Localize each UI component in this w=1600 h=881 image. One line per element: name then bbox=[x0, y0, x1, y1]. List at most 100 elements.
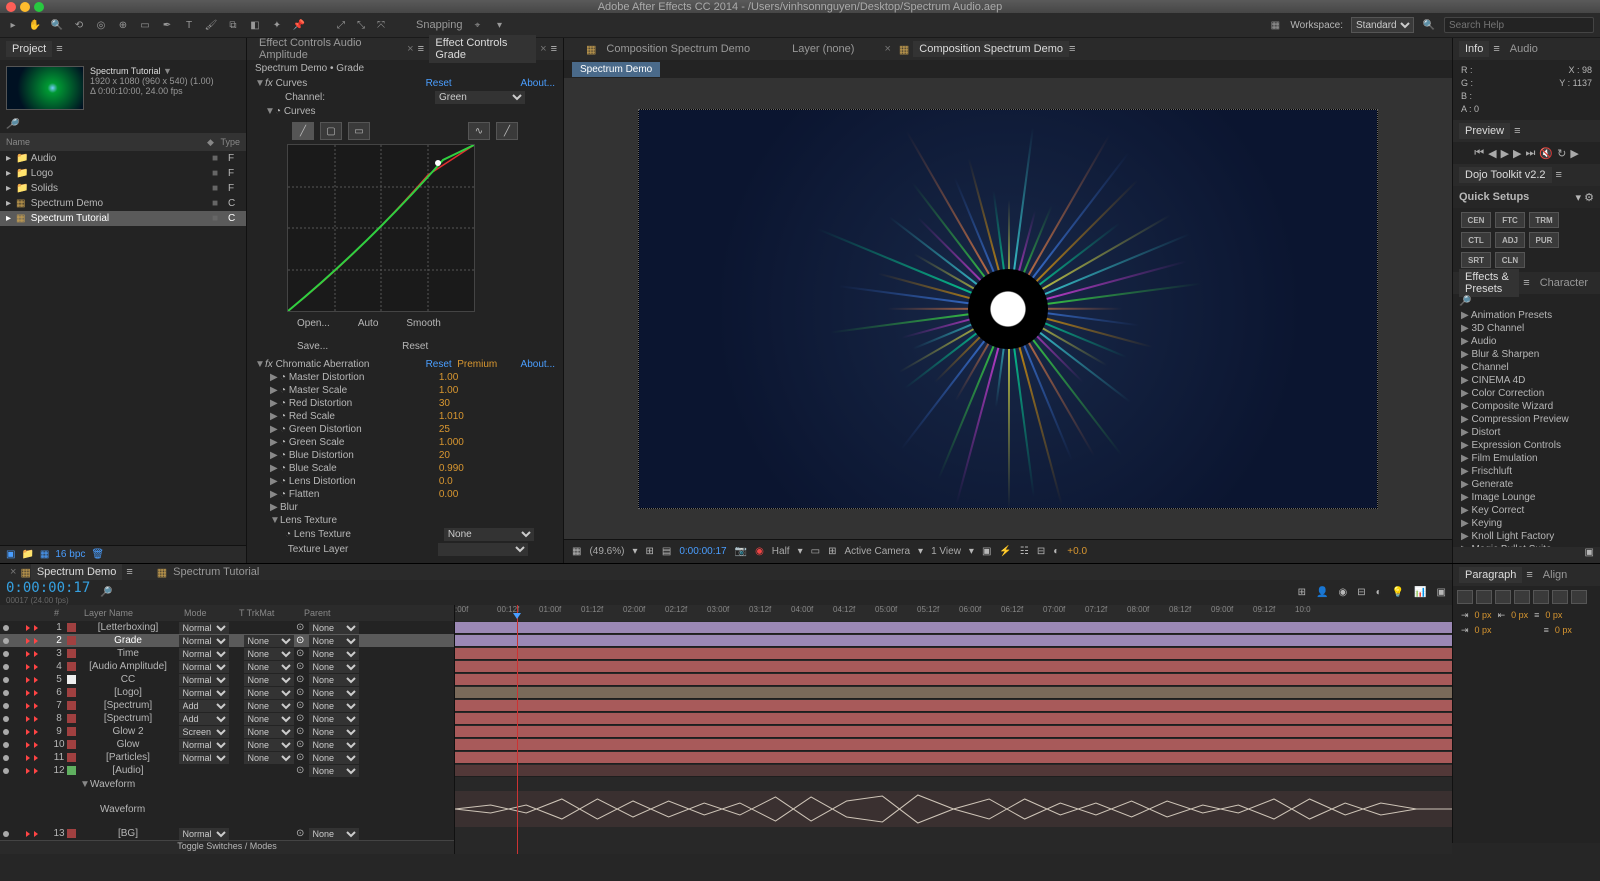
curves-reset-btn[interactable]: Reset bbox=[392, 339, 438, 354]
quick-setup-ctl[interactable]: CTL bbox=[1461, 232, 1491, 248]
viewer-time[interactable]: 0:00:00:17 bbox=[679, 546, 726, 557]
preset-category[interactable]: ▶ Color Correction bbox=[1453, 387, 1600, 400]
indent-left[interactable]: 0 px bbox=[1475, 610, 1492, 621]
quick-setup-pur[interactable]: PUR bbox=[1529, 232, 1559, 248]
graph-editor-icon[interactable]: 📊 bbox=[1414, 587, 1426, 598]
trash-icon[interactable]: 🗑 bbox=[91, 549, 104, 560]
param-value[interactable]: 20 bbox=[439, 450, 450, 461]
chromatic-effect[interactable]: Chromatic Aberration bbox=[276, 359, 426, 370]
pan-behind-tool-icon[interactable]: ⊕ bbox=[116, 18, 130, 32]
lens-texture-group[interactable]: Lens Texture bbox=[280, 515, 337, 526]
pen-tool-icon[interactable]: ✒ bbox=[160, 18, 174, 32]
ec-tab-grade[interactable]: Effect Controls Grade bbox=[429, 35, 536, 63]
close-tab-icon[interactable]: × bbox=[880, 43, 894, 55]
space-before[interactable]: 0 px bbox=[1545, 610, 1562, 621]
bpc-icon[interactable]: ▣ bbox=[6, 549, 15, 560]
loop-icon[interactable]: ↻ bbox=[1557, 147, 1566, 160]
param-value[interactable]: 0.0 bbox=[439, 476, 453, 487]
toggle-switches[interactable]: Toggle Switches / Modes bbox=[177, 841, 277, 854]
camera-tool-icon[interactable]: ◎ bbox=[94, 18, 108, 32]
snapping-label[interactable]: Snapping bbox=[416, 19, 463, 31]
justify-all-icon[interactable] bbox=[1571, 590, 1587, 604]
shape-tool-icon[interactable]: ▭ bbox=[138, 18, 152, 32]
curve-line-icon[interactable]: ╱ bbox=[496, 122, 518, 140]
waveform-prop[interactable]: Waveform bbox=[90, 779, 135, 790]
preset-category[interactable]: ▶ Channel bbox=[1453, 361, 1600, 374]
axis-view-icon[interactable]: ⤧ bbox=[374, 18, 388, 32]
timeline-layer[interactable]: 8[Spectrum]AddNone⊙None bbox=[0, 712, 454, 725]
timeline-layer[interactable]: 3TimeNormalNone⊙None bbox=[0, 647, 454, 660]
param-Lens Distortion[interactable]: Lens Distortion bbox=[289, 476, 439, 487]
preset-category[interactable]: ▶ Distort bbox=[1453, 426, 1600, 439]
curves-smooth[interactable]: Smooth bbox=[396, 316, 450, 331]
curves-prop[interactable]: Curves bbox=[284, 106, 316, 117]
quick-setup-srt[interactable]: SRT bbox=[1461, 252, 1491, 268]
param-Flatten[interactable]: Flatten bbox=[289, 489, 439, 500]
channel-select[interactable]: Green bbox=[435, 91, 525, 104]
col-parent[interactable]: Parent bbox=[304, 608, 331, 618]
snap-opts-icon[interactable]: ▾ bbox=[493, 18, 507, 32]
align-tab[interactable]: Align bbox=[1537, 567, 1573, 583]
param-Blue Distortion[interactable]: Blue Distortion bbox=[289, 450, 439, 461]
preset-category[interactable]: ▶ Blur & Sharpen bbox=[1453, 348, 1600, 361]
resolution-icon[interactable]: ⊞ bbox=[646, 546, 654, 557]
puppet-tool-icon[interactable]: 📌 bbox=[292, 18, 306, 32]
lens-texture-select[interactable]: None bbox=[444, 528, 534, 541]
brainstorm-icon[interactable]: 💡 bbox=[1392, 587, 1404, 598]
close-tab-icon[interactable]: × bbox=[403, 43, 417, 55]
snapshot-icon[interactable]: 📷 bbox=[735, 546, 747, 557]
quick-setup-adj[interactable]: ADJ bbox=[1495, 232, 1525, 248]
roi-icon[interactable]: ▭ bbox=[811, 546, 820, 557]
bpc-label[interactable]: 16 bpc bbox=[55, 549, 85, 560]
timeline-icon[interactable]: ☷ bbox=[1020, 546, 1029, 557]
brush-tool-icon[interactable]: 🖌 bbox=[204, 18, 218, 32]
time-ruler[interactable]: :00f00:12f01:00f01:12f02:00f02:12f03:00f… bbox=[455, 605, 1452, 621]
quick-setup-trm[interactable]: TRM bbox=[1529, 212, 1559, 228]
param-Green Scale[interactable]: Green Scale bbox=[289, 437, 439, 448]
param-Red Distortion[interactable]: Red Distortion bbox=[289, 398, 439, 409]
preset-category[interactable]: ▶ Audio bbox=[1453, 335, 1600, 348]
timeline-layer[interactable]: 2GradeNormalNone⊙None bbox=[0, 634, 454, 647]
align-right-icon[interactable] bbox=[1495, 590, 1511, 604]
col-type[interactable]: Type bbox=[220, 137, 240, 147]
align-left-icon[interactable] bbox=[1457, 590, 1473, 604]
preset-category[interactable]: ▶ Animation Presets bbox=[1453, 309, 1600, 322]
panel-menu-icon[interactable]: ≡ bbox=[551, 43, 557, 55]
curve-graph-icon[interactable]: ╱ bbox=[292, 122, 314, 140]
project-item[interactable]: ▸📁 Solids■F bbox=[0, 181, 246, 196]
fast-preview-icon[interactable]: ⚡ bbox=[999, 546, 1011, 557]
param-Red Scale[interactable]: Red Scale bbox=[289, 411, 439, 422]
view-count[interactable]: 1 View bbox=[931, 546, 961, 557]
preset-category[interactable]: ▶ Film Emulation bbox=[1453, 452, 1600, 465]
search-input[interactable] bbox=[1444, 17, 1594, 33]
ec-tab-amplitude[interactable]: Effect Controls Audio Amplitude bbox=[253, 35, 403, 63]
curves-reset[interactable]: Reset bbox=[426, 78, 452, 89]
project-search[interactable]: 🔎 bbox=[0, 116, 246, 133]
new-folder-icon[interactable]: 📁 bbox=[21, 549, 33, 560]
param-Blue Scale[interactable]: Blue Scale bbox=[289, 463, 439, 474]
justify-right-icon[interactable] bbox=[1552, 590, 1568, 604]
texture-layer-select[interactable] bbox=[438, 543, 528, 556]
preview-frame[interactable]: π bbox=[638, 109, 1378, 509]
quick-setup-cln[interactable]: CLN bbox=[1495, 252, 1525, 268]
curves-auto[interactable]: Auto bbox=[348, 316, 389, 331]
project-item[interactable]: ▸▦ Spectrum Demo■C bbox=[0, 196, 246, 211]
timeline-layer[interactable]: 4[Audio Amplitude]NormalNone⊙None bbox=[0, 660, 454, 673]
ep-search[interactable]: 🔎 bbox=[1453, 294, 1600, 309]
eraser-tool-icon[interactable]: ◧ bbox=[248, 18, 262, 32]
clone-tool-icon[interactable]: ⧉ bbox=[226, 18, 240, 32]
curve-square-icon[interactable]: ▢ bbox=[320, 122, 342, 140]
viewer-tab-3[interactable]: Composition Spectrum Demo bbox=[913, 41, 1069, 57]
workspace-select[interactable]: Standard bbox=[1351, 17, 1414, 33]
first-frame-icon[interactable]: ⏮ bbox=[1474, 147, 1484, 160]
preset-category[interactable]: ▶ Compression Preview bbox=[1453, 413, 1600, 426]
audio-tab[interactable]: Audio bbox=[1504, 41, 1544, 57]
preset-category[interactable]: ▶ Image Lounge bbox=[1453, 491, 1600, 504]
comp-mini-icon[interactable]: ⊞ bbox=[1298, 587, 1306, 598]
close-tab-icon[interactable]: × bbox=[6, 566, 20, 578]
project-item[interactable]: ▸▦ Spectrum Tutorial■C bbox=[0, 211, 246, 226]
tl-tab-tutorial[interactable]: Spectrum Tutorial bbox=[167, 564, 265, 580]
param-value[interactable]: 0.00 bbox=[439, 489, 458, 500]
play-icon[interactable]: ▶ bbox=[1501, 147, 1509, 160]
mute-icon[interactable]: 🔇 bbox=[1539, 147, 1553, 160]
